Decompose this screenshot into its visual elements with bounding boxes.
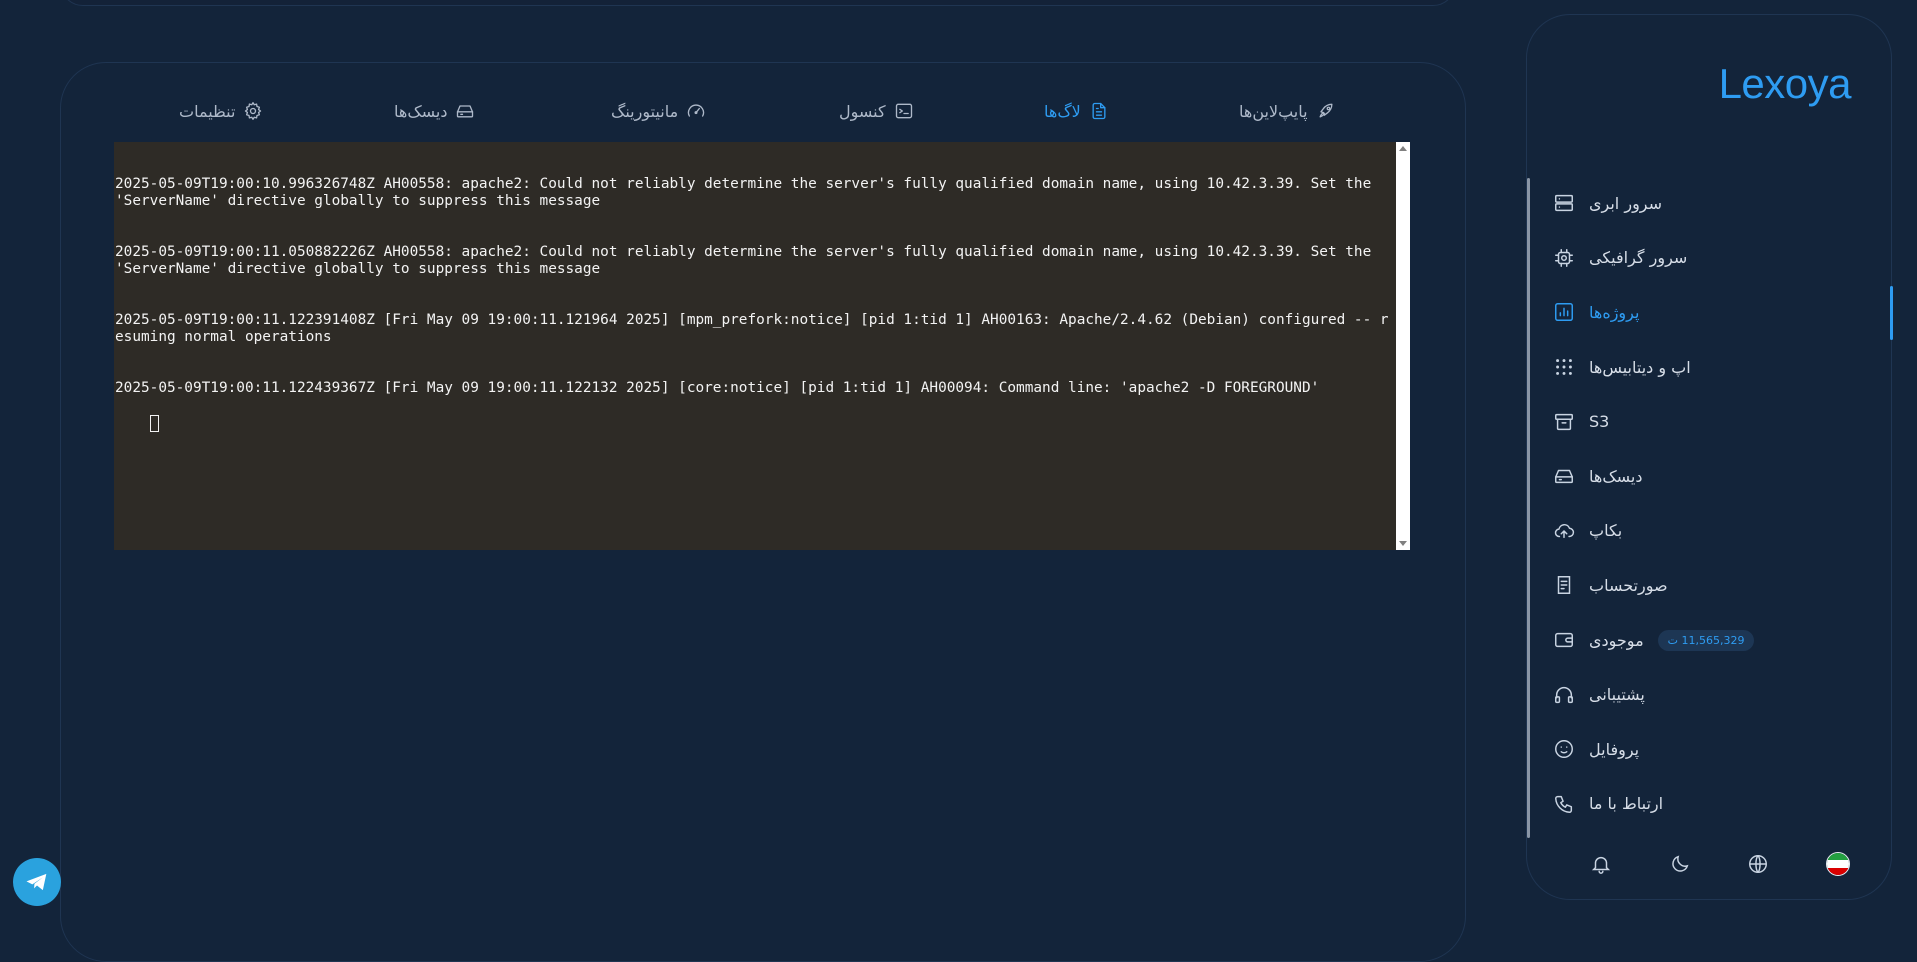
wallet-icon: [1555, 632, 1573, 648]
sidebar-item-cloud-server[interactable]: سرور ابری: [1553, 176, 1853, 231]
sidebar-item-balance[interactable]: موجودی 11,565,329 ت: [1553, 613, 1853, 668]
sidebar-item-profile[interactable]: پروفایل: [1553, 722, 1853, 777]
telegram-button[interactable]: [13, 858, 61, 906]
sidebar-item-label: سرور ابری: [1589, 193, 1663, 213]
sidebar-item-label: پروفایل: [1589, 739, 1640, 759]
log-terminal[interactable]: 2025-05-09T19:00:10.996326748Z AH00558: …: [114, 142, 1410, 550]
server-icon: [1555, 195, 1573, 212]
sidebar-item-label: دیسک‌ها: [1589, 466, 1643, 486]
tab-label: دیسک‌ها: [394, 101, 448, 121]
chart-icon: [1555, 303, 1573, 322]
terminal-scrollbar[interactable]: [1396, 142, 1410, 550]
gear-icon: [245, 102, 262, 121]
gauge-icon: [688, 104, 705, 117]
tab-pipelines[interactable]: پایپ‌لاین‌ها: [1239, 101, 1336, 121]
sidebar-item-label: اپ و دیتابیس‌ها: [1589, 357, 1691, 377]
flag-icon[interactable]: [1825, 852, 1850, 876]
cloud-upload-icon: [1554, 523, 1575, 539]
sidebar-nav: سرور ابری سرور گرافیکی پروژه‌ها اپ و دیت…: [1553, 176, 1853, 831]
terminal-cursor: [149, 415, 159, 432]
log-output: 2025-05-09T19:00:10.996326748Z AH00558: …: [115, 142, 1395, 449]
phone-icon: [1555, 795, 1573, 813]
top-card: [60, 0, 1456, 6]
sidebar-item-label: پروژه‌ها: [1589, 302, 1640, 322]
sidebar-item-label: صورتحساب: [1589, 575, 1668, 595]
sidebar-item-label: بکاپ: [1589, 521, 1623, 541]
grid-icon: [1556, 359, 1572, 375]
log-line: 2025-05-09T19:00:11.122391408Z [Fri May …: [115, 312, 1389, 345]
balance-badge: 11,565,329 ت: [1657, 629, 1755, 651]
tab-logs[interactable]: لاگ‌ها: [1044, 101, 1109, 121]
brand-logo[interactable]: Lexoya: [1719, 60, 1852, 108]
tab-console[interactable]: کنسول: [839, 101, 914, 121]
active-indicator: [1890, 286, 1893, 340]
tab-label: تنظیمات: [179, 101, 236, 121]
archive-icon: [1555, 413, 1573, 430]
tab-label: مانیتورینگ: [611, 101, 679, 121]
scroll-up-arrow-icon[interactable]: [1399, 146, 1407, 151]
face-icon: [1555, 740, 1573, 759]
receipt-icon: [1557, 576, 1571, 595]
sidebar-item-gpu-server[interactable]: سرور گرافیکی: [1553, 231, 1853, 286]
sidebar-item-label: موجودی: [1589, 630, 1644, 650]
file-text-icon: [1092, 102, 1106, 120]
log-line: 2025-05-09T19:00:10.996326748Z AH00558: …: [115, 176, 1380, 209]
globe-icon[interactable]: [1747, 853, 1769, 875]
tab-monitoring[interactable]: مانیتورینگ: [611, 101, 706, 121]
terminal-icon: [895, 103, 912, 119]
scroll-down-arrow-icon[interactable]: [1399, 541, 1407, 546]
tab-label: پایپ‌لاین‌ها: [1239, 101, 1308, 121]
log-line: 2025-05-09T19:00:11.122439367Z [Fri May …: [115, 380, 1320, 396]
disk-icon: [457, 105, 474, 118]
sidebar-item-backup[interactable]: بکاپ: [1553, 504, 1853, 559]
bell-icon[interactable]: [1590, 853, 1612, 875]
tab-label: لاگ‌ها: [1044, 101, 1081, 121]
sidebar-item-label: S3: [1589, 412, 1610, 432]
sidebar-item-disks[interactable]: دیسک‌ها: [1553, 449, 1853, 504]
sidebar-footer: [1590, 852, 1850, 876]
sidebar-item-billing[interactable]: صورتحساب: [1553, 558, 1853, 613]
tab-disks[interactable]: دیسک‌ها: [394, 101, 475, 121]
sidebar-item-apps-databases[interactable]: اپ و دیتابیس‌ها: [1553, 340, 1853, 395]
headset-icon: [1555, 686, 1573, 703]
sidebar-item-label: سرور گرافیکی: [1589, 248, 1688, 268]
sidebar-item-label: پشتیبانی: [1589, 685, 1645, 705]
sidebar-item-projects[interactable]: پروژه‌ها: [1553, 285, 1853, 340]
log-line: 2025-05-09T19:00:11.050882226Z AH00558: …: [115, 244, 1380, 277]
chip-icon: [1555, 248, 1573, 267]
tab-bar: پایپ‌لاین‌ها لاگ‌ها کنسول مانیتورینگ: [61, 87, 1467, 139]
sidebar-item-label: ارتباط با ما: [1589, 794, 1664, 814]
moon-icon[interactable]: [1669, 853, 1691, 875]
rocket-icon: [1319, 103, 1333, 118]
tab-label: کنسول: [839, 101, 886, 121]
sidebar-item-support[interactable]: پشتیبانی: [1553, 667, 1853, 722]
sidebar-item-s3[interactable]: S3: [1553, 394, 1853, 449]
telegram-icon: [26, 873, 47, 891]
sidebar-item-contact[interactable]: ارتباط با ما: [1553, 777, 1853, 832]
sidebar-scrollbar[interactable]: [1527, 178, 1530, 838]
disk-icon: [1555, 470, 1573, 484]
tab-settings[interactable]: تنظیمات: [179, 101, 263, 121]
